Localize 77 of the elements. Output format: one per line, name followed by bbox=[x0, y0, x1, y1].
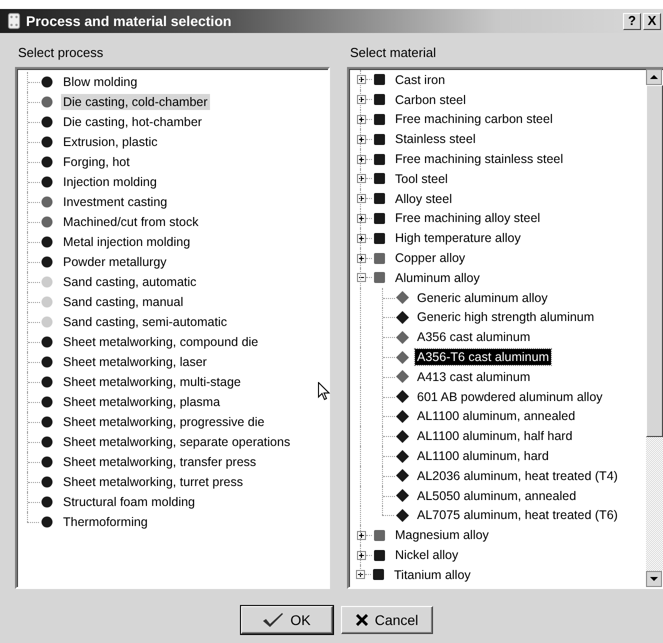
expand-icon[interactable] bbox=[357, 550, 366, 560]
list-item[interactable]: Sheet metalworking, plasma bbox=[61, 394, 222, 410]
list-item[interactable]: Blow molding bbox=[61, 74, 140, 90]
list-item[interactable]: Sheet metalworking, progressive die bbox=[61, 414, 266, 430]
list-item[interactable]: Metal injection molding bbox=[61, 234, 192, 250]
tree-item[interactable]: AL1100 aluminum, half hard bbox=[415, 428, 574, 444]
tree-item[interactable]: Free machining carbon steel bbox=[393, 111, 555, 128]
window-title: Process and material selection bbox=[26, 13, 232, 29]
list-item[interactable]: Sheet metalworking, turret press bbox=[61, 474, 245, 490]
list-item[interactable]: Machined/cut from stock bbox=[61, 214, 200, 230]
expand-icon[interactable] bbox=[357, 194, 366, 204]
list-item[interactable]: Sheet metalworking, multi-stage bbox=[61, 374, 243, 390]
tree-item[interactable]: AL5050 aluminum, annealed bbox=[415, 488, 578, 504]
panel-label: Select material bbox=[349, 45, 437, 62]
list-item[interactable]: Sheet metalworking, separate operations bbox=[61, 434, 292, 450]
tree-item[interactable]: Carbon steel bbox=[393, 92, 468, 108]
list-item[interactable]: Forging, hot bbox=[61, 154, 132, 170]
tree-item[interactable]: Generic aluminum alloy bbox=[415, 290, 550, 306]
check-icon bbox=[262, 612, 284, 628]
list-item[interactable]: Die casting, cold-chamber bbox=[61, 94, 210, 110]
tree-item[interactable]: Nickel alloy bbox=[393, 547, 460, 564]
scroll-up-button[interactable] bbox=[646, 69, 662, 85]
tree-item[interactable]: AL7075 aluminum, heat treated (T6) bbox=[415, 507, 620, 524]
tree-item[interactable]: Stainless steel bbox=[393, 131, 478, 148]
list-item[interactable]: Structural foam molding bbox=[61, 494, 198, 510]
tree-item[interactable]: Free machining stainless steel bbox=[393, 151, 566, 168]
list-item[interactable]: Sheet metalworking, laser bbox=[61, 354, 209, 370]
tree-item[interactable]: Titanium alloy bbox=[392, 566, 473, 583]
expand-icon[interactable] bbox=[357, 134, 366, 144]
list-item[interactable]: Extrusion, plastic bbox=[61, 134, 160, 150]
tree-item[interactable]: AL1100 aluminum, annealed bbox=[415, 408, 578, 424]
tree-item[interactable]: Magnesium alloy bbox=[393, 527, 491, 544]
x-icon bbox=[354, 613, 369, 627]
tree-item[interactable]: AL2036 aluminum, heat treated (T4) bbox=[415, 468, 620, 484]
scroll-down-button[interactable] bbox=[646, 571, 662, 587]
expand-icon[interactable] bbox=[357, 114, 366, 124]
tree-item[interactable]: Alloy steel bbox=[393, 190, 454, 207]
scrollbar[interactable] bbox=[646, 69, 663, 587]
list-item[interactable]: Sheet metalworking, compound die bbox=[61, 334, 260, 350]
expand-icon[interactable] bbox=[357, 75, 366, 84]
list-item[interactable]: Die casting, hot-chamber bbox=[61, 114, 204, 130]
list-item[interactable]: Thermoforming bbox=[61, 514, 150, 530]
tree-item[interactable]: Tool steel bbox=[393, 170, 450, 187]
list-item[interactable]: Sheet metalworking, transfer press bbox=[61, 454, 258, 470]
list-item[interactable]: Sand casting, manual bbox=[61, 294, 186, 310]
expand-icon[interactable] bbox=[357, 254, 366, 263]
list-item[interactable]: Investment casting bbox=[61, 194, 170, 210]
expand-icon[interactable] bbox=[357, 154, 366, 164]
list-item[interactable]: Sand casting, semi-automatic bbox=[61, 314, 229, 330]
ok-button[interactable]: OK bbox=[240, 606, 332, 634]
tree-item[interactable]: 601 AB powdered aluminum alloy bbox=[415, 388, 605, 405]
list-item[interactable]: Powder metallurgy bbox=[61, 254, 169, 270]
tree-item[interactable]: Generic high strength aluminum bbox=[415, 309, 596, 326]
list-item[interactable]: Sand casting, automatic bbox=[61, 274, 198, 290]
app-icon bbox=[8, 13, 20, 29]
close-button[interactable]: X bbox=[643, 12, 661, 30]
expand-icon[interactable] bbox=[357, 234, 366, 243]
tree-item[interactable]: A356 cast aluminum bbox=[415, 329, 532, 346]
tree-item[interactable]: Copper alloy bbox=[393, 250, 468, 266]
tree-item[interactable]: A413 cast aluminum bbox=[415, 368, 532, 385]
tree-item[interactable]: High temperature alloy bbox=[393, 230, 523, 246]
expand-icon[interactable] bbox=[356, 570, 365, 580]
expand-icon[interactable] bbox=[357, 530, 366, 540]
expand-icon[interactable] bbox=[357, 95, 366, 104]
expand-icon[interactable] bbox=[357, 174, 366, 184]
expand-icon[interactable] bbox=[357, 214, 366, 223]
tree-item[interactable]: Aluminum alloy bbox=[393, 270, 482, 286]
tree-item[interactable]: AL1100 aluminum, hard bbox=[415, 448, 551, 464]
panel-label: Select process bbox=[17, 45, 104, 62]
tree-item[interactable]: Cast iron bbox=[393, 72, 448, 88]
tree-item[interactable]: A356-T6 cast aluminum bbox=[415, 349, 552, 366]
collapse-icon[interactable] bbox=[357, 273, 366, 282]
list-item[interactable]: Injection molding bbox=[61, 174, 159, 190]
scroll-thumb[interactable] bbox=[646, 85, 663, 437]
cancel-button[interactable]: Cancel bbox=[340, 606, 432, 634]
tree-item[interactable]: Free machining alloy steel bbox=[393, 210, 542, 226]
help-button[interactable]: ? bbox=[623, 12, 641, 30]
